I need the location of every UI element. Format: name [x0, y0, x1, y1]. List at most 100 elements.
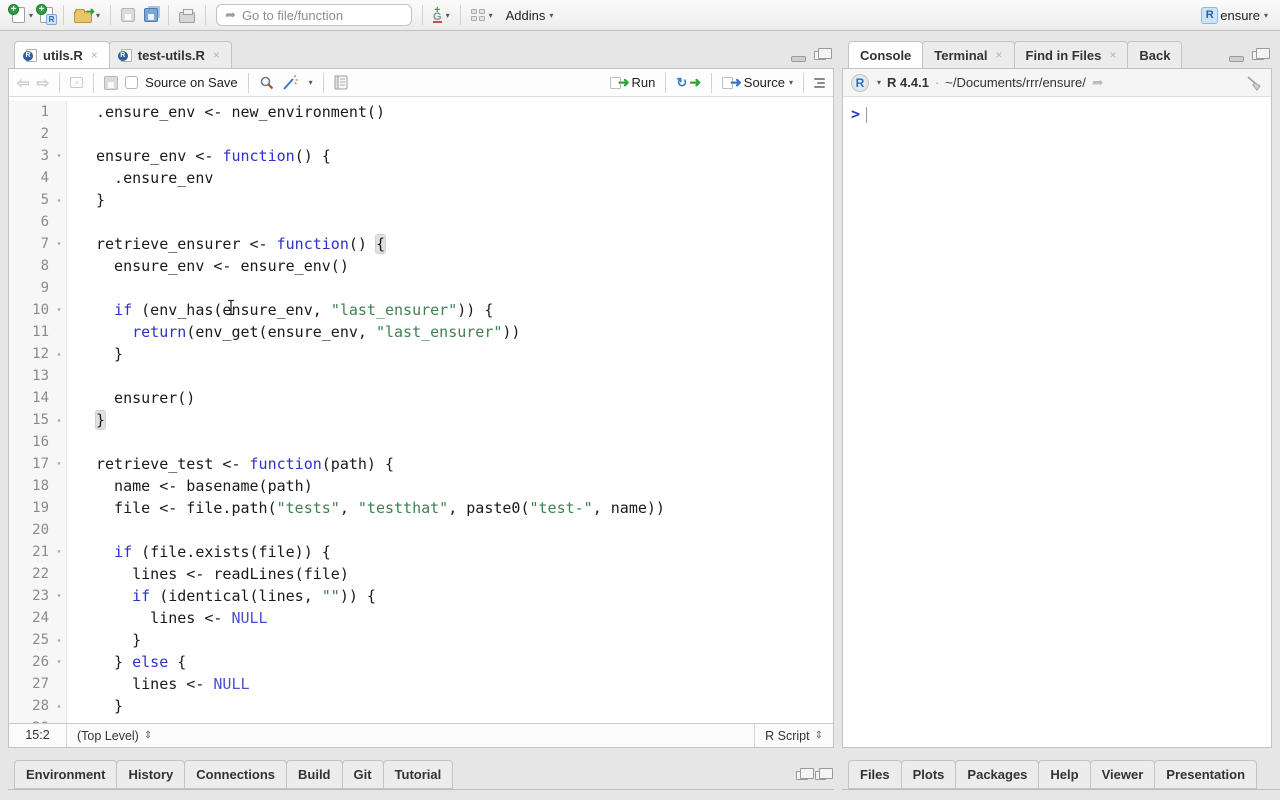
code-line-25[interactable]: 25▴ }	[9, 629, 833, 651]
gutter[interactable]: 22	[9, 563, 67, 585]
code-line-27[interactable]: 27 lines <- NULL	[9, 673, 833, 695]
code-line-6[interactable]: 6	[9, 211, 833, 233]
fold-marker-icon[interactable]: ▴	[52, 409, 66, 431]
gutter[interactable]: 17▾	[9, 453, 67, 475]
code-line-13[interactable]: 13	[9, 365, 833, 387]
code-line-10[interactable]: 10▾ if (env_has(ensure_env, "last_ensure…	[9, 299, 833, 321]
code-line-8[interactable]: 8 ensure_env <- ensure_env()	[9, 255, 833, 277]
code-line-28[interactable]: 28▴ }	[9, 695, 833, 717]
gutter[interactable]: 6	[9, 211, 67, 233]
code-line-1[interactable]: 1.ensure_env <- new_environment()	[9, 101, 833, 123]
tab-presentation[interactable]: Presentation	[1154, 760, 1257, 789]
code-line-24[interactable]: 24 lines <- NULL	[9, 607, 833, 629]
maximize-pane-icon[interactable]	[814, 51, 826, 60]
gutter[interactable]: 5▴	[9, 189, 67, 211]
gutter[interactable]: 2	[9, 123, 67, 145]
save-icon[interactable]	[104, 76, 118, 90]
scope-selector[interactable]: (Top Level) ⇕	[67, 729, 754, 743]
console-output[interactable]: >	[843, 97, 1271, 747]
tab-tutorial[interactable]: Tutorial	[383, 760, 454, 789]
fold-marker-icon[interactable]: ▾	[52, 233, 66, 255]
gutter[interactable]: 29	[9, 717, 67, 723]
fold-marker-icon[interactable]: ▾	[52, 453, 66, 475]
addins-menu[interactable]: Addins ▾	[506, 8, 554, 23]
rerun-button[interactable]: ↻ ➜	[676, 74, 701, 91]
code-line-26[interactable]: 26▾ } else {	[9, 651, 833, 673]
r-logo-icon[interactable]: R	[851, 74, 869, 92]
gutter[interactable]: 14	[9, 387, 67, 409]
source-on-save-checkbox[interactable]	[125, 76, 138, 89]
tab-terminal[interactable]: Terminal×	[922, 41, 1014, 69]
gutter[interactable]: 19	[9, 497, 67, 519]
tab-back[interactable]: Back	[1127, 41, 1182, 69]
gutter[interactable]: 4	[9, 167, 67, 189]
maximize-pane-icon[interactable]	[1252, 51, 1264, 60]
forward-icon[interactable]: ⇨	[37, 74, 50, 92]
code-line-11[interactable]: 11 return(env_get(ensure_env, "last_ensu…	[9, 321, 833, 343]
tab-plots[interactable]: Plots	[901, 760, 957, 789]
new-file-button[interactable]: + ▾	[12, 7, 33, 23]
gutter[interactable]: 23▾	[9, 585, 67, 607]
gutter[interactable]: 9	[9, 277, 67, 299]
gutter[interactable]: 16	[9, 431, 67, 453]
tab-test-utils-r[interactable]: Rtest-utils.R×	[109, 41, 232, 69]
popout-arrow-icon[interactable]: ➦	[1092, 74, 1104, 91]
print-button[interactable]	[179, 8, 195, 23]
code-line-22[interactable]: 22 lines <- readLines(file)	[9, 563, 833, 585]
restore-pane-icon[interactable]	[796, 771, 808, 780]
code-line-9[interactable]: 9	[9, 277, 833, 299]
gutter[interactable]: 12▴	[9, 343, 67, 365]
gutter[interactable]: 7▾	[9, 233, 67, 255]
code-line-14[interactable]: 14 ensurer()	[9, 387, 833, 409]
project-menu[interactable]: R ensure ▾	[1201, 7, 1268, 24]
gutter[interactable]: 13	[9, 365, 67, 387]
pane-layout-button[interactable]: ▾	[471, 9, 493, 21]
goto-file-function-input[interactable]	[242, 8, 392, 23]
close-icon[interactable]: ×	[213, 48, 220, 62]
compile-report-icon[interactable]	[334, 75, 348, 90]
tab-help[interactable]: Help	[1038, 760, 1090, 789]
gutter[interactable]: 8	[9, 255, 67, 277]
source-button[interactable]: ➜ Source ▾	[722, 74, 793, 91]
fold-marker-icon[interactable]: ▴	[52, 189, 66, 211]
tab-history[interactable]: History	[116, 760, 185, 789]
code-line-17[interactable]: 17▾retrieve_test <- function(path) {	[9, 453, 833, 475]
version-control-button[interactable]: +G ▾	[433, 7, 450, 23]
gutter[interactable]: 21▾	[9, 541, 67, 563]
fold-marker-icon[interactable]: ▾	[52, 299, 66, 321]
new-project-button[interactable]: +R	[40, 7, 53, 23]
code-line-12[interactable]: 12▴ }	[9, 343, 833, 365]
gutter[interactable]: 28▴	[9, 695, 67, 717]
code-line-20[interactable]: 20	[9, 519, 833, 541]
code-line-19[interactable]: 19 file <- file.path("tests", "testthat"…	[9, 497, 833, 519]
run-button[interactable]: ➜ Run	[610, 74, 656, 91]
gutter[interactable]: 10▾	[9, 299, 67, 321]
code-tools-wand-icon[interactable]	[282, 75, 300, 91]
close-icon[interactable]: ×	[996, 48, 1003, 62]
save-all-button[interactable]	[142, 8, 158, 22]
code-line-5[interactable]: 5▴}	[9, 189, 833, 211]
gutter[interactable]: 11	[9, 321, 67, 343]
gutter[interactable]: 3▾	[9, 145, 67, 167]
tab-utils-r[interactable]: Rutils.R×	[14, 41, 110, 69]
chevron-down-icon[interactable]: ▾	[877, 78, 881, 87]
gutter[interactable]: 15▴	[9, 409, 67, 431]
code-line-4[interactable]: 4 .ensure_env	[9, 167, 833, 189]
file-type-selector[interactable]: R Script ⇕	[754, 724, 833, 747]
code-line-15[interactable]: 15▴}	[9, 409, 833, 431]
fold-marker-icon[interactable]: ▾	[52, 541, 66, 563]
gutter[interactable]: 18	[9, 475, 67, 497]
tab-viewer[interactable]: Viewer	[1090, 760, 1156, 789]
gutter[interactable]: 27	[9, 673, 67, 695]
fold-marker-icon[interactable]: ▴	[52, 629, 66, 651]
outline-icon[interactable]	[814, 78, 825, 88]
fold-marker-icon[interactable]: ▴	[52, 695, 66, 717]
fold-marker-icon[interactable]: ▾	[52, 651, 66, 673]
tab-files[interactable]: Files	[848, 760, 902, 789]
fold-marker-icon[interactable]: ▾	[52, 585, 66, 607]
close-icon[interactable]: ×	[1109, 48, 1116, 62]
maximize-pane-icon[interactable]	[815, 771, 826, 780]
tab-packages[interactable]: Packages	[955, 760, 1039, 789]
code-editor[interactable]: 1.ensure_env <- new_environment()23▾ensu…	[9, 97, 833, 723]
gutter[interactable]: 20	[9, 519, 67, 541]
